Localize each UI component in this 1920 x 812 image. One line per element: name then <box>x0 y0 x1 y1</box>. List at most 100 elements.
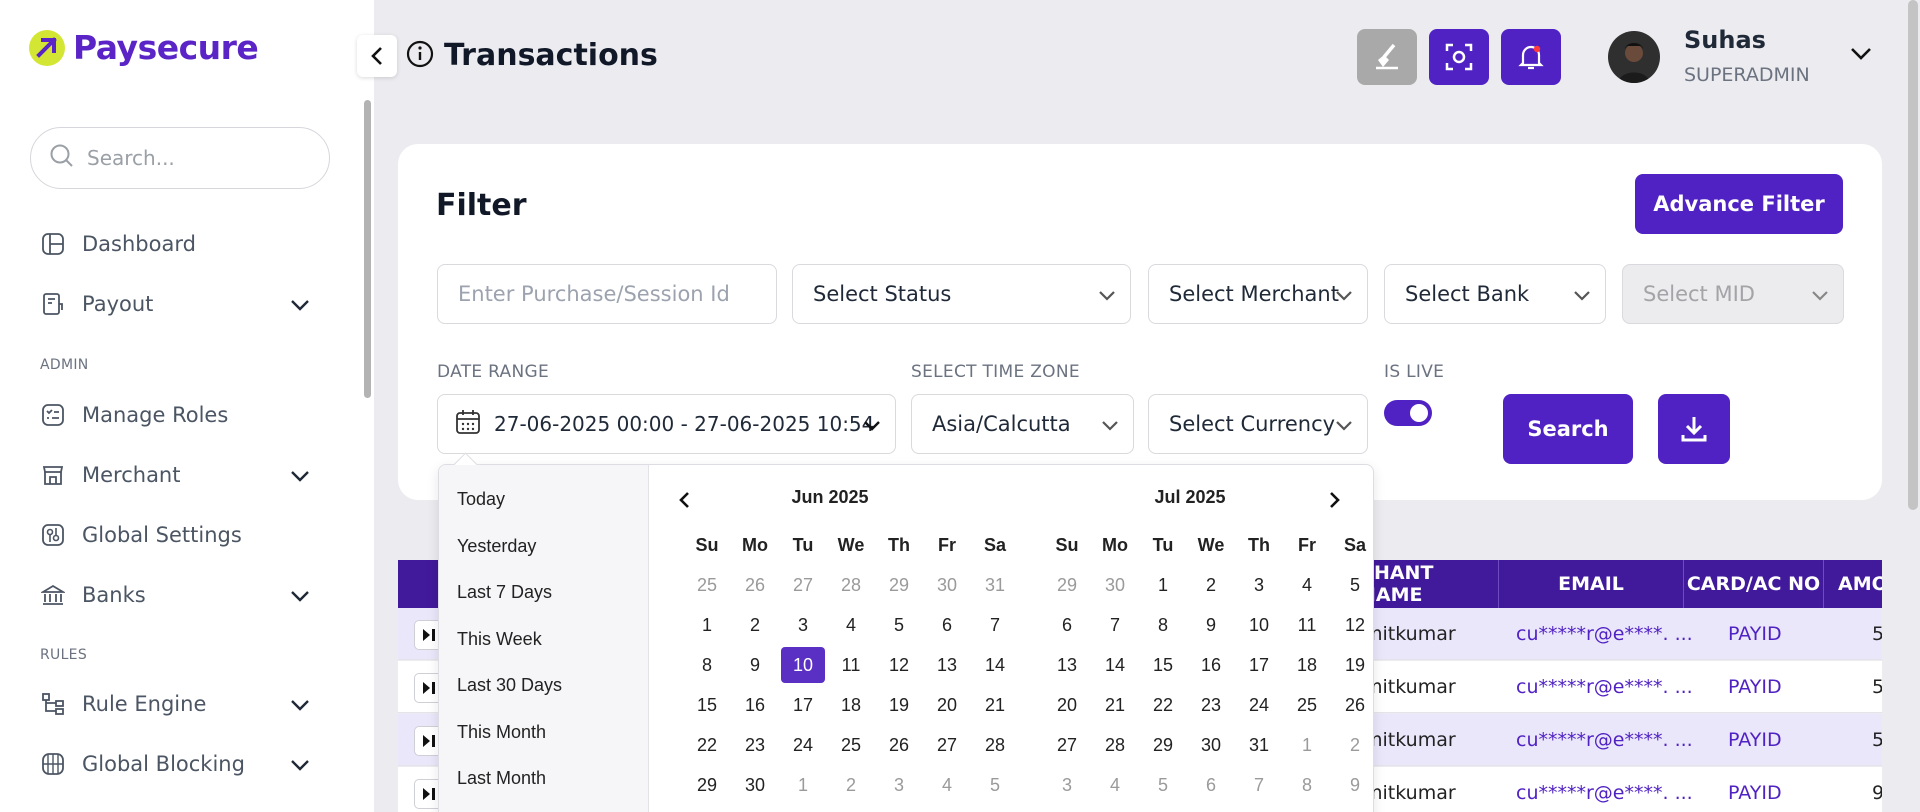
scan-button[interactable] <box>1429 29 1489 85</box>
calendar-day[interactable]: 15 <box>1141 647 1185 683</box>
calendar-day[interactable]: 2 <box>733 607 777 643</box>
calendar-day[interactable]: 22 <box>1141 687 1185 723</box>
calendar-day[interactable]: 28 <box>1093 727 1137 763</box>
sidebar-item-payout[interactable]: Payout <box>40 291 310 317</box>
calendar-day[interactable]: 5 <box>1333 567 1377 603</box>
calendar-day[interactable]: 4 <box>1285 567 1329 603</box>
main-scrollbar[interactable] <box>1908 0 1918 510</box>
timezone-select[interactable]: Asia/Calcutta <box>911 394 1134 454</box>
calendar-day[interactable]: 12 <box>877 647 921 683</box>
currency-select[interactable]: Select Currency <box>1148 394 1368 454</box>
calendar-day[interactable]: 6 <box>1045 607 1089 643</box>
calendar-day[interactable]: 10 <box>781 647 825 683</box>
calendar-day[interactable]: 9 <box>1333 767 1377 803</box>
clear-button[interactable] <box>1357 29 1417 85</box>
calendar-day[interactable]: 17 <box>781 687 825 723</box>
range-this-month[interactable]: This Month <box>457 722 546 743</box>
calendar-day[interactable]: 1 <box>781 767 825 803</box>
avatar[interactable] <box>1608 31 1660 83</box>
calendar-day[interactable]: 6 <box>925 607 969 643</box>
calendar-day[interactable]: 20 <box>925 687 969 723</box>
calendar-day[interactable]: 26 <box>877 727 921 763</box>
calendar-day[interactable]: 26 <box>733 567 777 603</box>
sidebar-item-rule-engine[interactable]: Rule Engine <box>40 691 310 717</box>
calendar-day[interactable]: 7 <box>973 607 1017 643</box>
calendar-day[interactable]: 29 <box>685 767 729 803</box>
calendar-day[interactable]: 13 <box>1045 647 1089 683</box>
calendar-day[interactable]: 20 <box>1045 687 1089 723</box>
calendar-day[interactable]: 9 <box>1189 607 1233 643</box>
calendar-day[interactable]: 3 <box>877 767 921 803</box>
calendar-day[interactable]: 7 <box>1237 767 1281 803</box>
calendar-day[interactable]: 27 <box>781 567 825 603</box>
calendar-day[interactable]: 31 <box>1237 727 1281 763</box>
calendar-day[interactable]: 4 <box>829 607 873 643</box>
sidebar-item-manage-roles[interactable]: Manage Roles <box>40 402 310 428</box>
chevron-down-icon[interactable] <box>290 463 310 487</box>
calendar-day[interactable]: 8 <box>1141 607 1185 643</box>
calendar-day[interactable]: 3 <box>1237 567 1281 603</box>
calendar-day[interactable]: 30 <box>733 767 777 803</box>
calendar-day[interactable]: 14 <box>1093 647 1137 683</box>
chevron-down-icon[interactable] <box>290 583 310 607</box>
range-last-30-days[interactable]: Last 30 Days <box>457 675 562 696</box>
calendar-day[interactable]: 6 <box>1189 767 1233 803</box>
sidebar-item-dashboard[interactable]: Dashboard <box>40 231 310 257</box>
calendar-day[interactable]: 8 <box>685 647 729 683</box>
chevron-down-icon[interactable] <box>290 692 310 716</box>
column-header-card[interactable]: CARD/AC NO <box>1683 560 1823 608</box>
calendar-day[interactable]: 25 <box>685 567 729 603</box>
calendar-day[interactable]: 27 <box>1045 727 1089 763</box>
calendar-day[interactable]: 10 <box>1237 607 1281 643</box>
sidebar-item-global-blocking[interactable]: Global Blocking <box>40 751 310 777</box>
calendar-day[interactable]: 23 <box>733 727 777 763</box>
calendar-day[interactable]: 25 <box>1285 687 1329 723</box>
calendar-day[interactable]: 27 <box>925 727 969 763</box>
calendar-day[interactable]: 24 <box>1237 687 1281 723</box>
collapse-sidebar-button[interactable] <box>357 35 397 77</box>
range-this-week[interactable]: This Week <box>457 629 542 650</box>
column-header-email[interactable]: EMAIL <box>1498 560 1683 608</box>
range-last-month[interactable]: Last Month <box>457 768 546 789</box>
range-last-7-days[interactable]: Last 7 Days <box>457 582 552 603</box>
calendar-day[interactable]: 23 <box>1189 687 1233 723</box>
calendar-day[interactable]: 30 <box>1189 727 1233 763</box>
chevron-down-icon[interactable] <box>290 292 310 316</box>
chevron-down-icon[interactable] <box>290 752 310 776</box>
calendar-day[interactable]: 26 <box>1333 687 1377 723</box>
calendar-day[interactable]: 22 <box>685 727 729 763</box>
calendar-day[interactable]: 8 <box>1285 767 1329 803</box>
sidebar-scrollbar[interactable] <box>364 100 371 398</box>
calendar-day[interactable]: 30 <box>1093 567 1137 603</box>
calendar-day[interactable]: 29 <box>877 567 921 603</box>
notifications-button[interactable] <box>1501 29 1561 85</box>
calendar-day[interactable]: 30 <box>925 567 969 603</box>
calendar-day[interactable]: 29 <box>1045 567 1089 603</box>
calendar-day[interactable]: 4 <box>1093 767 1137 803</box>
calendar-day[interactable]: 21 <box>973 687 1017 723</box>
is-live-toggle[interactable] <box>1384 400 1432 426</box>
calendar-day[interactable]: 2 <box>1189 567 1233 603</box>
bank-select[interactable]: Select Bank <box>1384 264 1606 324</box>
calendar-day[interactable]: 7 <box>1093 607 1137 643</box>
calendar-day[interactable]: 3 <box>781 607 825 643</box>
advance-filter-button[interactable]: Advance Filter <box>1635 174 1843 234</box>
download-button[interactable] <box>1658 394 1730 464</box>
sidebar-item-banks[interactable]: Banks <box>40 582 310 608</box>
calendar-day[interactable]: 18 <box>1285 647 1329 683</box>
calendar-day[interactable]: 4 <box>925 767 969 803</box>
calendar-day[interactable]: 1 <box>1285 727 1329 763</box>
calendar-day[interactable]: 1 <box>1141 567 1185 603</box>
search-button[interactable]: Search <box>1503 394 1633 464</box>
calendar-day[interactable]: 29 <box>1141 727 1185 763</box>
calendar-day[interactable]: 25 <box>829 727 873 763</box>
calendar-day[interactable]: 15 <box>685 687 729 723</box>
calendar-day[interactable]: 19 <box>1333 647 1377 683</box>
calendar-day[interactable]: 24 <box>781 727 825 763</box>
purchase-session-input[interactable]: Enter Purchase/Session Id <box>437 264 777 324</box>
range-today[interactable]: Today <box>457 489 505 510</box>
calendar-day[interactable]: 5 <box>973 767 1017 803</box>
calendar-day[interactable]: 14 <box>973 647 1017 683</box>
range-yesterday[interactable]: Yesterday <box>457 536 536 557</box>
calendar-day[interactable]: 5 <box>877 607 921 643</box>
